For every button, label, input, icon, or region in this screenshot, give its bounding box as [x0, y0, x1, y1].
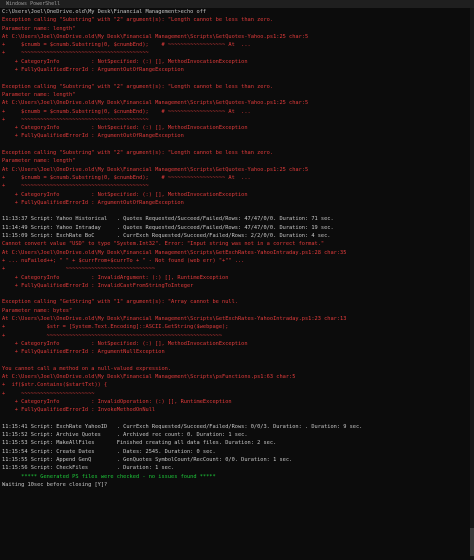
console-line: + if($str.Contains($startTxt)) { — [2, 382, 108, 389]
console-line: + $cnumb = $cnumb.Substring(0, $cnumbEnd… — [2, 174, 251, 181]
console-line: + $str = [System.Text.Encoding]::ASCII.G… — [2, 324, 229, 331]
console-line: 11:15:53 Script: MakeAllFiles Finished c… — [2, 440, 277, 447]
window-title: Windows PowerShell — [6, 1, 61, 7]
console-line: + CategoryInfo : InvalidArgument: (:) []… — [2, 274, 229, 281]
console-line: Exception calling "Substring" with "2" a… — [2, 17, 274, 24]
console-line: 11:14:49 Script: Yahoo Intraday . Quotes… — [2, 224, 334, 231]
console-line: + ~~~~~~~~~~~~~~~~~~~~~~~~~~~~~~~~~~~~~~… — [2, 183, 149, 190]
console-line: 11:15:09 Script: ExchRate BoC . CurrExch… — [2, 233, 331, 240]
console-line: + $cnumb = $cnumb.Substring(0, $cnumbEnd… — [2, 42, 251, 49]
console-line: At C:\Users\Joel\OneDrive.old\My Desk\Fi… — [2, 33, 309, 40]
scrollbar-thumb[interactable] — [470, 528, 474, 556]
console-line: + FullyQualifiedErrorId : ArgumentNullEx… — [2, 349, 165, 356]
console-line: Cannot convert value "USD" to type "Syst… — [2, 241, 325, 248]
console-line: 11:13:37 Script: Yahoo Historical . Quot… — [2, 216, 334, 223]
console-line: At C:\Users\Joel\OneDrive.old\My Desk\Fi… — [2, 166, 309, 173]
console-line: ***** Generated PS files were checked - … — [2, 473, 216, 480]
window-titlebar: Windows PowerShell — [0, 0, 474, 8]
console-line: 11:15:55 Script: Append GenQ . GenQuotes… — [2, 457, 293, 464]
console-line: C:\Users\Joel\OneDrive.old\My Desk\Finan… — [2, 9, 207, 15]
console-line: + ~~~~~~~~~~~~~~~~~~~~~~~ — [2, 390, 95, 397]
console-line: 11:15:54 Script: Create Dates . Dates: 2… — [2, 448, 216, 455]
console-line: + FullyQualifiedErrorId : InvalidCastFro… — [2, 282, 194, 289]
console-line: + ~~~~~~~~~~~~~~~~~~~~~~~~~~~~~~~~~~~~~~… — [2, 332, 223, 339]
console-line: + CategoryInfo : NotSpecified: (:) [], M… — [2, 340, 248, 347]
console-line: Exception calling "Substring" with "2" a… — [2, 150, 274, 157]
console-line: + FullyQualifiedErrorId : ArgumentOutOfR… — [2, 67, 184, 74]
console-line: Exception calling "Substring" with "2" a… — [2, 83, 274, 90]
console-line: 11:15:56 Script: CheckFiles . Duration: … — [2, 465, 175, 472]
console-line: Parameter name: bytes" — [2, 307, 73, 314]
console-line: + CategoryInfo : NotSpecified: (:) [], M… — [2, 125, 248, 132]
console-line: + FullyQualifiedErrorId : ArgumentOutOfR… — [2, 199, 184, 206]
console-line: Waiting 10sec before closing [Y]? — [2, 481, 108, 488]
console-line: + CategoryInfo : NotSpecified: (:) [], M… — [2, 58, 248, 65]
console-line: 11:15:52 Script: Archive Quotes . Archiv… — [2, 432, 248, 439]
console-line: + FullyQualifiedErrorId : InvokeMethodOn… — [2, 407, 156, 414]
console-line: At C:\Users\Joel\OneDrive.old\My Desk\Fi… — [2, 100, 309, 107]
console-line: Parameter name: length" — [2, 91, 76, 98]
console-line: + ~~~~~~~~~~~~~~~~~~~~~~~~~~~~~~~~~~~~~~… — [2, 116, 149, 123]
console-line: + $cnumb = $cnumb.Substring(0, $cnumbEnd… — [2, 108, 251, 115]
console-output[interactable]: C:\Users\Joel\OneDrive.old\My Desk\Finan… — [0, 8, 470, 560]
console-line: Exception calling "GetString" with "1" a… — [2, 299, 238, 306]
console-line: + ... nuFailed++; " " + $currFrom+$currT… — [2, 257, 245, 264]
console-line: + CategoryInfo : NotSpecified: (:) [], M… — [2, 191, 248, 198]
console-line: You cannot call a method on a null-value… — [2, 365, 172, 372]
console-line: At C:\Users\Joel\OneDrive.old\My Desk\Fi… — [2, 374, 296, 381]
console-line: + ~~~~~~~~~~~~~~~~~~~~~~~~~~~~ — [2, 266, 156, 273]
console-line: 11:15:41 Script: ExchRate YahooID . Curr… — [2, 423, 363, 430]
console-line: At C:\Users\Joel\OneDrive.old\My Desk\Fi… — [2, 315, 347, 322]
console-line: + ~~~~~~~~~~~~~~~~~~~~~~~~~~~~~~~~~~~~~~… — [2, 50, 149, 57]
console-line: + CategoryInfo : InvalidOperation: (:) [… — [2, 398, 232, 405]
console-line: Parameter name: length" — [2, 25, 76, 32]
console-line: Parameter name: length" — [2, 158, 76, 165]
console-line: At C:\Users\Joel\OneDrive.old\My Desk\Fi… — [2, 249, 347, 256]
console-line: + FullyQualifiedErrorId : ArgumentOutOfR… — [2, 133, 184, 140]
vertical-scrollbar[interactable] — [470, 8, 474, 560]
